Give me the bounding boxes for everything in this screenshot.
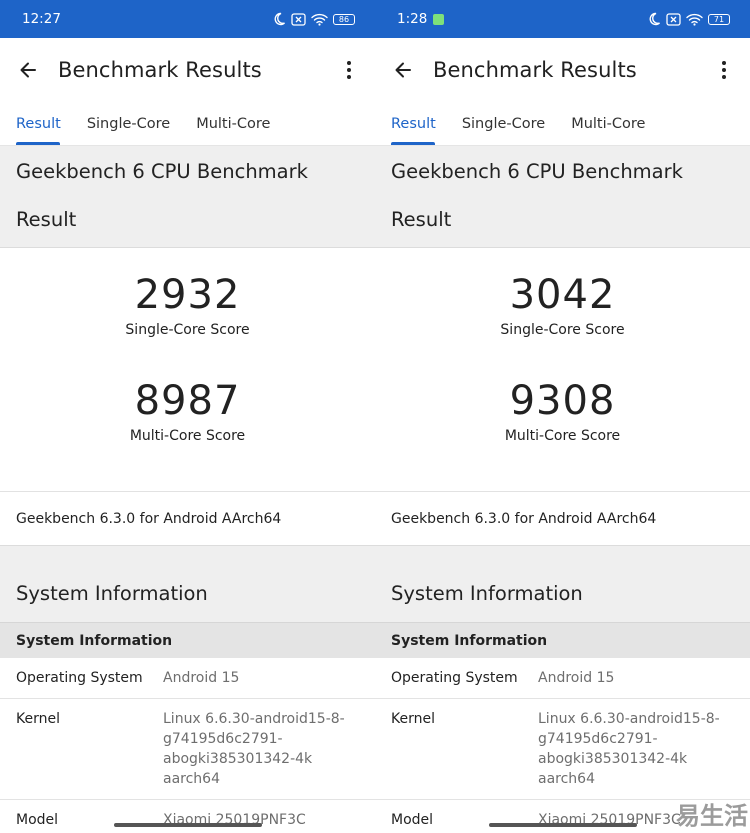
moon-icon	[649, 12, 660, 26]
home-indicator[interactable]	[488, 823, 637, 827]
arrow-left-icon[interactable]	[16, 58, 40, 82]
sim-off-icon	[291, 12, 306, 26]
benchmark-title: Geekbench 6 CPU Benchmark	[391, 160, 683, 183]
benchmark-header: Geekbench 6 CPU Benchmark Result	[375, 146, 750, 248]
screens: 12:27 86 Benchmark Results Result Single…	[0, 0, 750, 833]
row-value: Xiaomi 25019PNF3C	[163, 812, 306, 828]
multi-core-score: 9308	[509, 378, 616, 424]
scores: 2932 Single-Core Score 8987 Multi-Core S…	[0, 248, 375, 492]
sysinfo-title: System Information	[16, 582, 208, 605]
status-icons: 71	[647, 12, 730, 26]
single-core-score-block: 3042 Single-Core Score	[375, 272, 750, 338]
single-core-score: 3042	[509, 272, 616, 318]
row-key: Model	[391, 812, 434, 828]
scores: 3042 Single-Core Score 9308 Multi-Core S…	[375, 248, 750, 492]
more-vert-icon[interactable]	[337, 58, 361, 82]
row-value: Linux 6.6.30-android15-8-g74195d6c2791-a…	[163, 711, 345, 787]
status-bar: 1:28 71	[375, 0, 750, 38]
version-info: Geekbench 6.3.0 for Android AArch64	[0, 492, 375, 546]
phone-screen-left: 12:27 86 Benchmark Results Result Single…	[0, 0, 375, 833]
table-row: Kernel Linux 6.6.30-android15-8-g74195d6…	[0, 699, 375, 800]
phone-screen-right: 1:28 71 Benchmark Results Result Single-…	[375, 0, 750, 833]
version-info: Geekbench 6.3.0 for Android AArch64	[375, 492, 750, 546]
home-indicator[interactable]	[113, 823, 262, 827]
app-bar: Benchmark Results	[375, 38, 750, 102]
single-core-score: 2932	[134, 272, 241, 318]
clock: 12:27	[22, 11, 61, 27]
arrow-left-icon[interactable]	[391, 58, 415, 82]
battery-indicator: 86	[333, 13, 355, 25]
sysinfo-table-header: System Information	[375, 622, 750, 658]
sysinfo-section: System Information	[375, 546, 750, 622]
table-row: Operating System Android 15	[0, 658, 375, 699]
table-row: Model Xiaomi 25019PNF3C	[0, 800, 375, 833]
single-core-score-block: 2932 Single-Core Score	[0, 272, 375, 338]
tab-multi-core[interactable]: Multi-Core	[558, 102, 658, 145]
row-key: Model	[16, 812, 59, 828]
row-key: Kernel	[391, 711, 435, 727]
result-section-title: Result	[0, 196, 375, 248]
table-row: Operating System Android 15	[375, 658, 750, 699]
tab-result[interactable]: Result	[375, 102, 449, 145]
wifi-icon	[686, 13, 703, 26]
sysinfo-table-header: System Information	[0, 622, 375, 658]
status-bar: 12:27 86	[0, 0, 375, 38]
row-key: Operating System	[391, 670, 518, 686]
row-value: Android 15	[163, 670, 240, 686]
row-value: Linux 6.6.30-android15-8-g74195d6c2791-a…	[538, 711, 720, 787]
score-card: 3042 Single-Core Score 9308 Multi-Core S…	[375, 248, 750, 546]
page-title: Benchmark Results	[433, 58, 637, 82]
more-vert-icon[interactable]	[712, 58, 736, 82]
tab-bar: Result Single-Core Multi-Core	[375, 102, 750, 146]
multi-core-label: Multi-Core Score	[504, 428, 621, 444]
wifi-icon	[311, 13, 328, 26]
status-icons: 86	[272, 12, 355, 26]
multi-core-score-block: 8987 Multi-Core Score	[0, 378, 375, 444]
benchmark-header: Geekbench 6 CPU Benchmark Result	[0, 146, 375, 248]
notification-icon	[433, 13, 445, 25]
multi-core-label: Multi-Core Score	[129, 428, 246, 444]
moon-icon	[274, 12, 285, 26]
sysinfo-title: System Information	[391, 582, 583, 605]
watermark: 易生活	[676, 802, 748, 830]
multi-core-score: 8987	[134, 378, 241, 424]
status-time: 1:28	[397, 11, 445, 27]
tab-single-core[interactable]: Single-Core	[449, 102, 558, 145]
tab-multi-core[interactable]: Multi-Core	[183, 102, 283, 145]
battery-indicator: 71	[708, 13, 730, 25]
benchmark-title: Geekbench 6 CPU Benchmark	[16, 160, 308, 183]
table-row: Kernel Linux 6.6.30-android15-8-g74195d6…	[375, 699, 750, 800]
row-value: Android 15	[538, 670, 615, 686]
page-title: Benchmark Results	[58, 58, 262, 82]
multi-core-score-block: 9308 Multi-Core Score	[375, 378, 750, 444]
result-section-title: Result	[375, 196, 750, 248]
app-bar: Benchmark Results	[0, 38, 375, 102]
row-key: Kernel	[16, 711, 60, 727]
tab-single-core[interactable]: Single-Core	[74, 102, 183, 145]
tab-result[interactable]: Result	[0, 102, 74, 145]
single-core-label: Single-Core Score	[125, 322, 250, 338]
clock: 1:28	[397, 11, 428, 27]
status-time: 12:27	[22, 11, 61, 27]
sysinfo-section: System Information	[0, 546, 375, 622]
tab-bar: Result Single-Core Multi-Core	[0, 102, 375, 146]
single-core-label: Single-Core Score	[500, 322, 625, 338]
sim-off-icon	[666, 12, 681, 26]
row-key: Operating System	[16, 670, 143, 686]
score-card: 2932 Single-Core Score 8987 Multi-Core S…	[0, 248, 375, 546]
